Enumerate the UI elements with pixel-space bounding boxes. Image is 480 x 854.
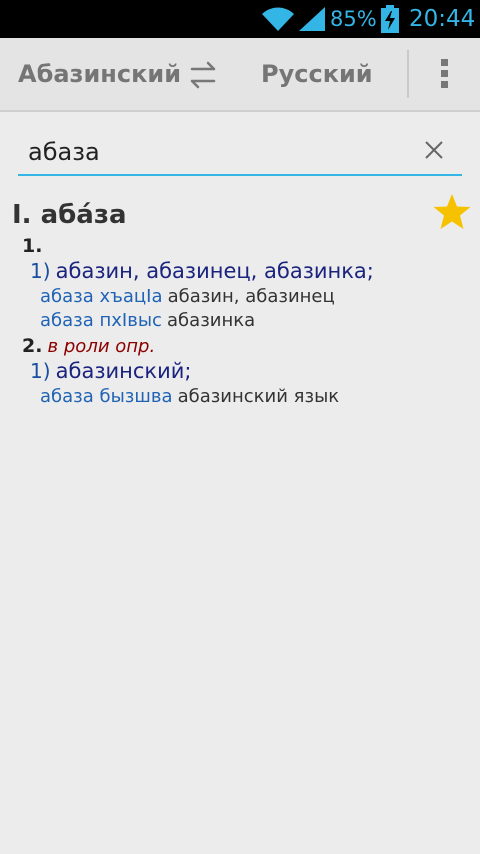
- example-source[interactable]: абаза пхIвыс: [40, 310, 162, 331]
- overflow-menu-icon[interactable]: [430, 56, 458, 94]
- subsense-number: 1): [30, 259, 51, 283]
- sense-2: 2. в роли опр.: [22, 334, 155, 359]
- search-field: [18, 130, 462, 176]
- example-translation: абазинка: [167, 310, 256, 331]
- translation: абазинский;: [55, 359, 192, 383]
- entry-headword: I. аба́за: [12, 200, 127, 230]
- signal-icon: [299, 7, 325, 31]
- example-source[interactable]: абаза бызшва: [40, 386, 172, 407]
- example-translation: абазин, абазинец: [167, 286, 335, 307]
- battery-percent: 85%: [330, 7, 377, 31]
- swap-icon[interactable]: [186, 60, 220, 90]
- subsense-1-1: 1) абазин, абазинец, абазинка;: [30, 258, 374, 286]
- action-bar-divider: [407, 50, 409, 98]
- status-bar: 85% 20:44: [0, 0, 480, 38]
- clear-icon[interactable]: [422, 138, 446, 162]
- source-language-button[interactable]: Абазинский: [18, 58, 181, 90]
- example: абаза пхIвыс абазинка: [40, 310, 255, 332]
- example: абаза бызшва абазинский язык: [40, 386, 339, 408]
- star-icon[interactable]: [432, 192, 472, 232]
- sense-1: 1.: [22, 234, 42, 259]
- battery-charging-icon: [381, 5, 399, 33]
- example: абаза хъацIа абазин, абазинец: [40, 286, 335, 308]
- wifi-icon: [262, 7, 294, 31]
- sense-number: 2.: [22, 335, 43, 357]
- subsense-2-1: 1) абазинский;: [30, 358, 191, 386]
- target-language-button[interactable]: Русский: [261, 58, 373, 90]
- example-source[interactable]: абаза хъацIа: [40, 286, 162, 307]
- translation: абазин, абазинец, абазинка;: [55, 259, 374, 283]
- grammar-label: в роли опр.: [47, 336, 156, 357]
- search-input[interactable]: [28, 134, 408, 170]
- action-bar: Абазинский Русский: [0, 38, 480, 112]
- subsense-number: 1): [30, 359, 51, 383]
- example-translation: абазинский язык: [177, 386, 340, 407]
- sense-number: 1.: [22, 235, 43, 257]
- clock: 20:44: [409, 6, 476, 32]
